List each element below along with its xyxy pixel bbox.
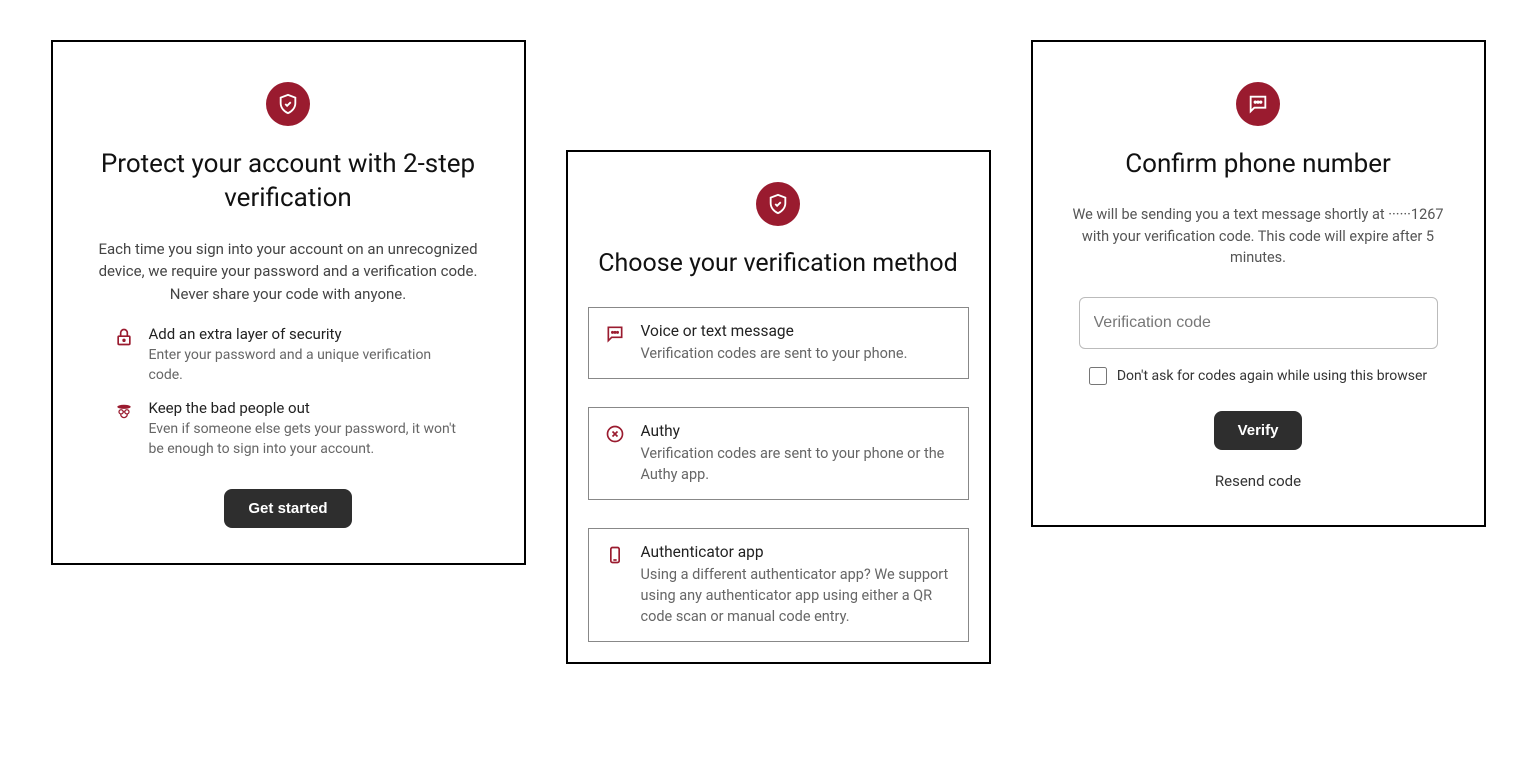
method-authy[interactable]: Authy Verification codes are sent to you… (588, 407, 969, 500)
feature-item: Keep the bad people out Even if someone … (113, 399, 464, 459)
feature-subtitle: Even if someone else gets your password,… (149, 420, 464, 459)
phone-icon (605, 543, 627, 627)
panel-title: Choose your verification method (588, 248, 969, 281)
feature-title: Add an extra layer of security (149, 325, 464, 343)
feature-item: Add an extra layer of security Enter you… (113, 325, 464, 385)
authy-icon (605, 422, 627, 485)
intro-panel: Protect your account with 2-step verific… (51, 40, 526, 565)
panel-title: Protect your account with 2-step verific… (83, 148, 494, 216)
method-subtitle: Verification codes are sent to your phon… (641, 443, 952, 485)
panel-description: Each time you sign into your account on … (83, 238, 494, 306)
method-voice-text[interactable]: Voice or text message Verification codes… (588, 307, 969, 379)
spy-icon (113, 399, 135, 459)
message-icon (1236, 82, 1280, 126)
remember-browser-checkbox[interactable] (1089, 367, 1107, 385)
shield-check-icon (756, 182, 800, 226)
checkbox-label: Don't ask for codes again while using th… (1117, 368, 1427, 384)
panel-description: We will be sending you a text message sh… (1063, 204, 1454, 269)
method-subtitle: Using a different authenticator app? We … (641, 564, 952, 627)
feature-subtitle: Enter your password and a unique verific… (149, 346, 464, 385)
verification-code-input[interactable] (1079, 297, 1438, 349)
resend-code-link[interactable]: Resend code (1063, 472, 1454, 490)
feature-list: Add an extra layer of security Enter you… (83, 325, 494, 459)
remember-browser-row[interactable]: Don't ask for codes again while using th… (1063, 367, 1454, 385)
verify-button[interactable]: Verify (1214, 411, 1303, 450)
lock-icon (113, 325, 135, 385)
method-title: Authy (641, 422, 952, 440)
method-title: Authenticator app (641, 543, 952, 561)
method-subtitle: Verification codes are sent to your phon… (641, 343, 908, 364)
method-list: Voice or text message Verification codes… (588, 307, 969, 642)
method-panel: Choose your verification method Voice or… (566, 150, 991, 664)
confirm-panel: Confirm phone number We will be sending … (1031, 40, 1486, 527)
method-title: Voice or text message (641, 322, 908, 340)
method-authenticator[interactable]: Authenticator app Using a different auth… (588, 528, 969, 642)
panel-title: Confirm phone number (1063, 148, 1454, 182)
message-icon (605, 322, 627, 364)
shield-check-icon (266, 82, 310, 126)
get-started-button[interactable]: Get started (224, 489, 351, 528)
feature-title: Keep the bad people out (149, 399, 464, 417)
